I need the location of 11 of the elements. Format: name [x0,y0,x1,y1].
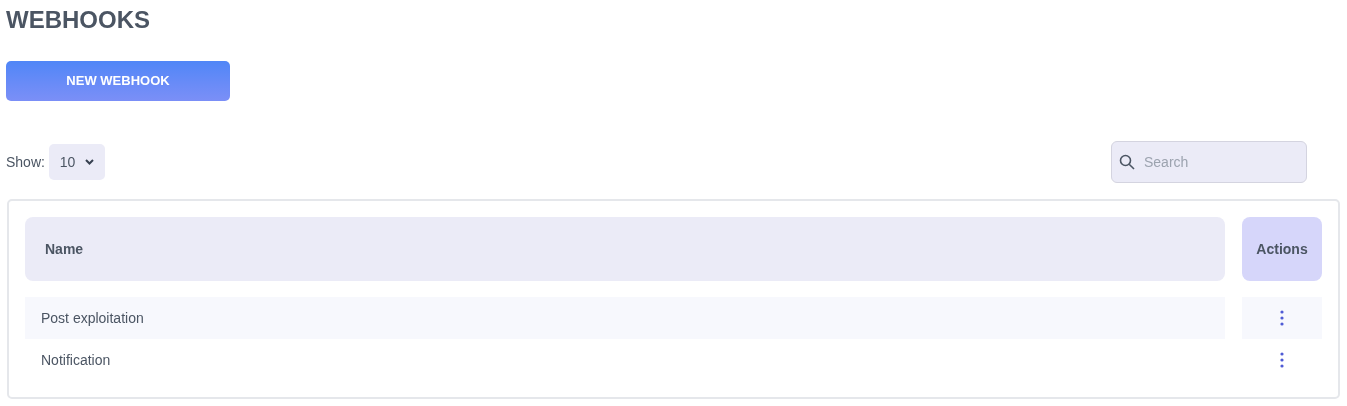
table-cell: Post exploitation [25,297,1225,339]
more-options-icon[interactable] [1280,310,1284,326]
page-size-select[interactable]: 10 [48,144,105,180]
show-label: Show: [6,152,45,172]
page-title: WEBHOOKS [6,5,150,35]
search-field[interactable]: Search [1111,141,1307,183]
column-header: Name [25,217,1225,281]
more-options-icon[interactable] [1280,352,1284,368]
chevron-down-icon [85,159,95,165]
column-header: Actions [1242,217,1322,281]
search-icon [1119,154,1135,170]
